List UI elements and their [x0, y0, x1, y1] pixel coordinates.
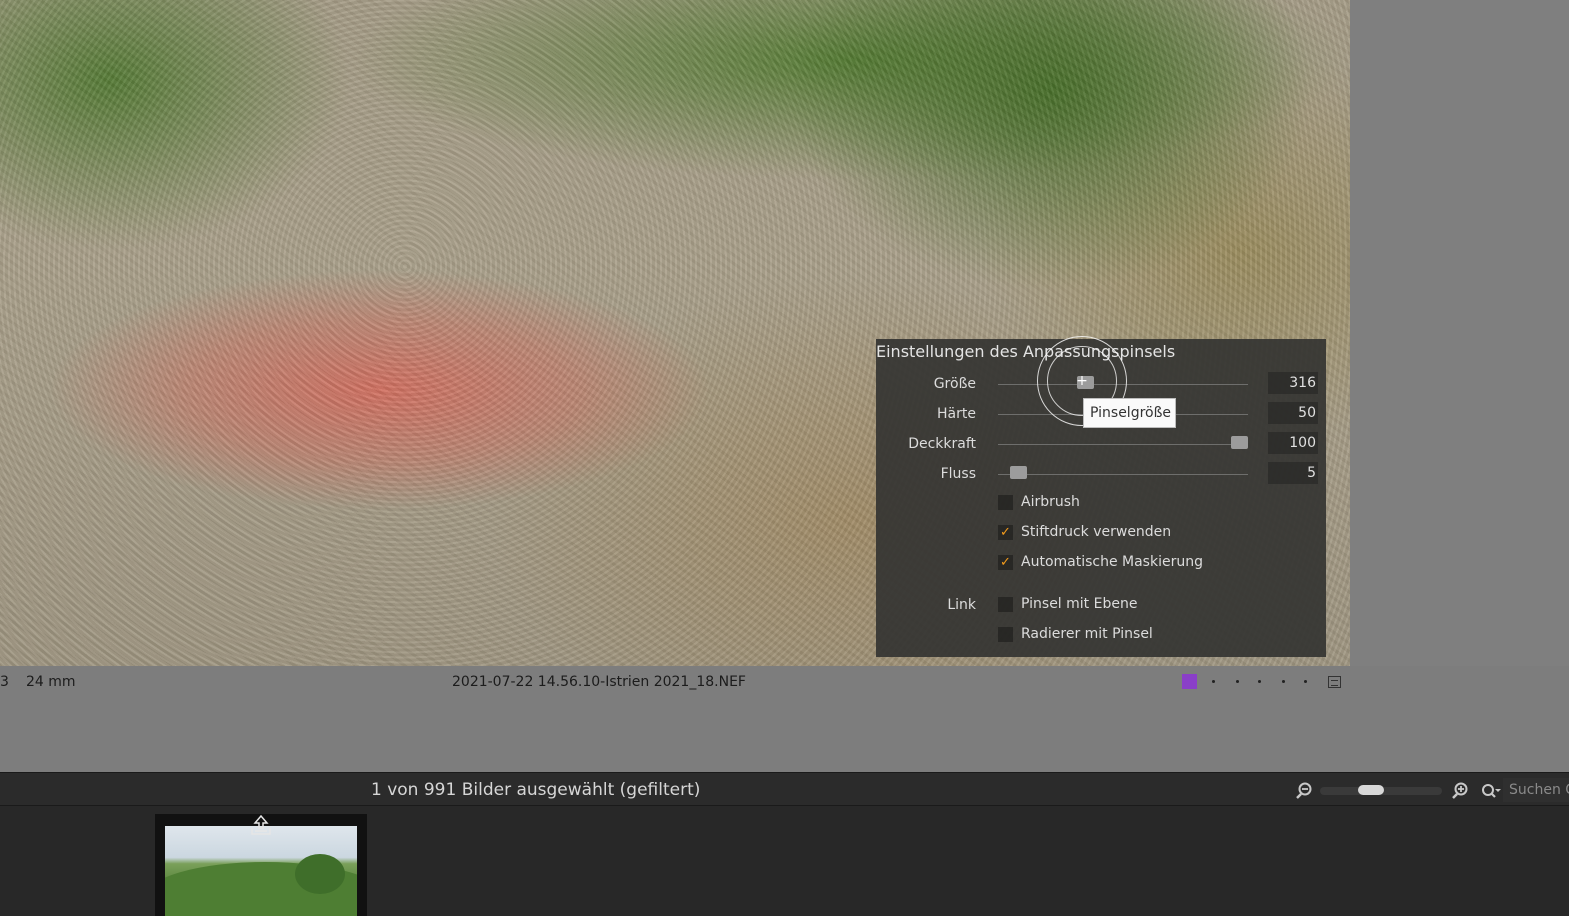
slider-label: Größe	[933, 376, 976, 392]
flow-slider-track[interactable]	[998, 474, 1248, 475]
upload-icon[interactable]	[250, 815, 272, 837]
auto-mask-checkbox[interactable]: ✓	[998, 555, 1013, 570]
rating-dot[interactable]	[1282, 680, 1285, 683]
zoom-out-icon[interactable]	[1296, 782, 1313, 799]
pen-pressure-checkbox[interactable]: ✓	[998, 525, 1013, 540]
opacity-slider-thumb[interactable]	[1231, 436, 1248, 449]
tooltip: Pinselgröße	[1083, 398, 1176, 428]
checkbox-label: Radierer mit Pinsel	[1021, 626, 1153, 642]
thumbnail-tree	[295, 854, 345, 894]
image-info-strip: 3 24 mm 2021-07-22 14.56.10-Istrien 2021…	[0, 666, 1350, 698]
search-input[interactable]	[1503, 778, 1569, 802]
crosshair-icon: +	[1076, 373, 1088, 389]
metadata-icon[interactable]	[1328, 676, 1341, 688]
filename: 2021-07-22 14.56.10-Istrien 2021_18.NEF	[452, 674, 746, 690]
rating-dot[interactable]	[1258, 680, 1261, 683]
color-label-badge[interactable]	[1182, 674, 1197, 689]
slider-row-opacity: Deckkraft 100	[876, 432, 1326, 456]
rating-dot[interactable]	[1212, 680, 1215, 683]
info-fragment: 3	[0, 674, 9, 690]
thumbnail-image[interactable]	[165, 826, 357, 916]
link-eraser-brush-checkbox[interactable]	[998, 627, 1013, 642]
opacity-slider-track[interactable]	[998, 444, 1248, 445]
canvas-margin	[1350, 0, 1569, 666]
thumbnail-zoom-thumb[interactable]	[1358, 785, 1385, 795]
focal-length: 24 mm	[26, 674, 76, 690]
flow-value-field[interactable]: 5	[1268, 462, 1318, 484]
filmstrip-header: 1 von 991 Bilder ausgewählt (gefiltert)	[0, 772, 1569, 806]
opacity-value-field[interactable]: 100	[1268, 432, 1318, 454]
checkbox-label: Automatische Maskierung	[1021, 554, 1203, 570]
selection-status: 1 von 991 Bilder ausgewählt (gefiltert)	[371, 780, 701, 800]
slider-label: Härte	[937, 406, 976, 422]
airbrush-checkbox[interactable]	[998, 495, 1013, 510]
slider-row-flow: Fluss 5	[876, 462, 1326, 486]
slider-label: Fluss	[940, 466, 976, 482]
rating-dot[interactable]	[1304, 680, 1307, 683]
checkbox-label: Pinsel mit Ebene	[1021, 596, 1138, 612]
hardness-value-field[interactable]: 50	[1268, 402, 1318, 424]
zoom-in-icon[interactable]	[1452, 782, 1469, 799]
checkbox-label: Airbrush	[1021, 494, 1080, 510]
link-brush-layer-checkbox[interactable]	[998, 597, 1013, 612]
slider-label: Deckkraft	[908, 436, 976, 452]
link-label: Link	[947, 597, 976, 613]
rating-dot[interactable]	[1236, 680, 1239, 683]
checkbox-label: Stiftdruck verwenden	[1021, 524, 1172, 540]
size-value-field[interactable]: 316	[1268, 372, 1318, 394]
search-icon[interactable]	[1480, 782, 1502, 800]
flow-slider-thumb[interactable]	[1009, 466, 1027, 479]
panel-title: Einstellungen des Anpassungspinsels	[876, 342, 1176, 361]
